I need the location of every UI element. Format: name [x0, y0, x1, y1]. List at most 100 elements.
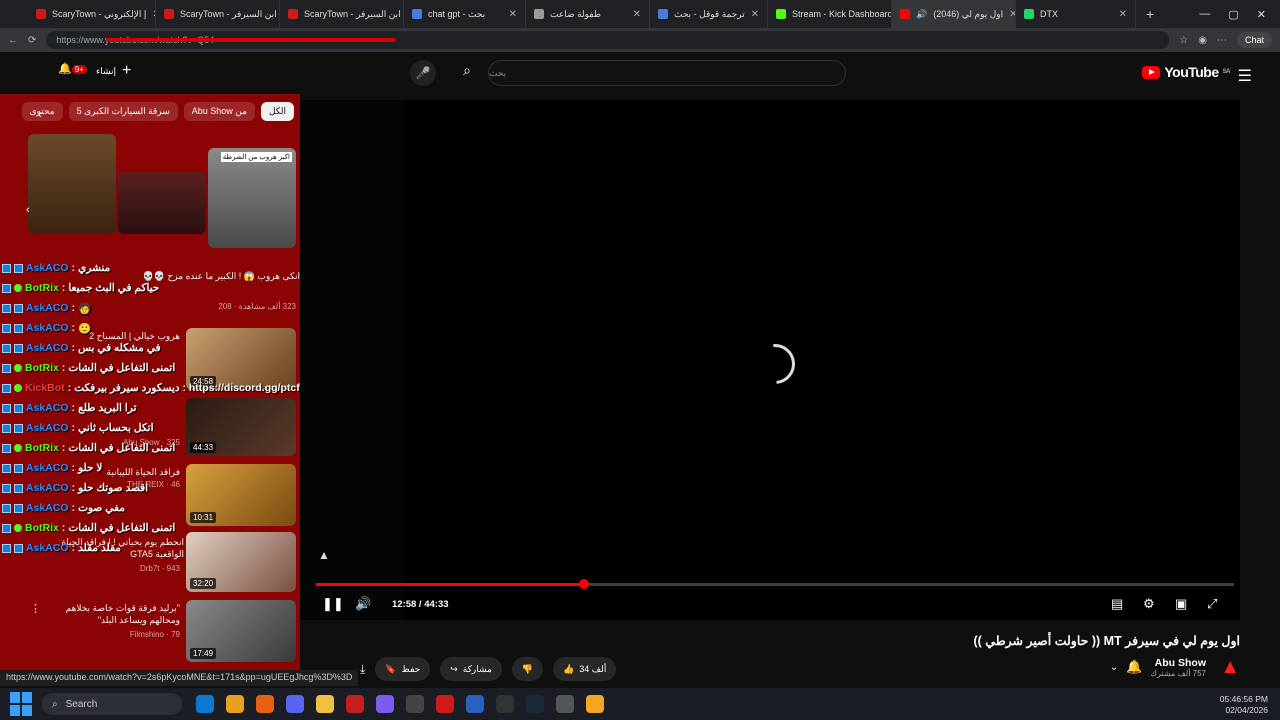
close-tab-icon[interactable]: ✕ — [1119, 9, 1127, 20]
sub-badge-icon — [2, 363, 11, 373]
rec-thumbnail[interactable]: 10:31 — [186, 464, 296, 526]
app-icon[interactable] — [586, 695, 604, 713]
sub-badge-icon — [2, 423, 11, 433]
close-tab-icon[interactable]: ✕ — [633, 9, 641, 20]
search-input[interactable]: بحث — [488, 60, 846, 86]
chevron-down-icon[interactable]: ⌄ — [1110, 662, 1118, 673]
thumbs-down-icon: 👎 — [521, 663, 534, 674]
taskbar-search[interactable]: ⌕ Search — [42, 693, 182, 715]
like-button[interactable]: 👍 34 ألف — [553, 657, 617, 681]
channel-watermark-icon[interactable]: ▲ — [318, 548, 340, 566]
short-thumbnail[interactable] — [118, 172, 206, 234]
app-icon[interactable] — [466, 695, 484, 713]
browser-tab[interactable]: ترجمة قوقل - بحث ✕ — [650, 0, 768, 28]
chrome-icon[interactable] — [226, 695, 244, 713]
taskbar-apps — [196, 695, 604, 713]
browser-tab-active[interactable]: 🔊(2046) اول يوم لي✕ — [892, 0, 1016, 28]
browser-tab[interactable]: طفولة ضاعت ✕ — [526, 0, 650, 28]
browser-tab[interactable]: DTX ✕ — [1016, 0, 1136, 28]
browser-tab[interactable]: chat gpt - بحث ✕ — [404, 0, 526, 28]
progress-fill — [316, 583, 584, 586]
chat-message: AskACO: في مشكله في بس — [2, 339, 161, 357]
favorites-icon[interactable]: ☆ — [1179, 35, 1188, 46]
pause-icon[interactable]: ❚❚ — [322, 596, 344, 612]
progress-bar[interactable] — [316, 579, 1234, 589]
fullscreen-icon[interactable]: ⤢ — [1207, 596, 1217, 612]
close-window-icon[interactable]: ✕ — [1257, 8, 1266, 21]
voice-search-icon[interactable]: 🎤 — [410, 60, 436, 86]
app-icon[interactable] — [346, 695, 364, 713]
chip-topic[interactable]: سرقة السيارات الكبرى 5 — [68, 102, 178, 121]
notifications-button[interactable]: 🔔 9+ — [58, 62, 87, 75]
chat-message: AskACO: 🧑 — [2, 299, 91, 317]
folder-icon[interactable] — [316, 695, 334, 713]
channel-name[interactable]: Abu Show — [1150, 657, 1206, 669]
new-tab-icon[interactable]: + — [1146, 6, 1154, 22]
sub-badge-icon — [2, 303, 11, 313]
sub-badge-icon — [14, 423, 23, 433]
hamburger-menu-icon[interactable]: ☰ — [1238, 66, 1252, 86]
settings-icon[interactable] — [406, 695, 424, 713]
sub-badge-icon — [2, 543, 11, 553]
chat-button[interactable]: Chat — [1236, 32, 1272, 48]
browser-tab[interactable]: ScaryTown - ابن السيرفر✕ — [280, 0, 404, 28]
subtitles-icon[interactable]: ▤ — [1111, 596, 1123, 612]
channel-avatar[interactable]: ▲ — [1214, 656, 1240, 678]
app-icon[interactable] — [256, 695, 274, 713]
close-tab-icon[interactable]: ✕ — [1009, 9, 1015, 20]
chip-all[interactable]: الكل — [260, 102, 294, 121]
steam-icon[interactable] — [526, 695, 544, 713]
close-tab-icon[interactable]: ✕ — [751, 9, 759, 20]
rec-thumbnail[interactable]: 44:33 — [186, 398, 296, 456]
tab-bar: ScaryTown - إ الإلكتروني✕ ScaryTown - اب… — [0, 0, 1280, 28]
maximize-icon[interactable]: ▢ — [1228, 8, 1238, 21]
search-icon[interactable]: ⌕ — [454, 62, 480, 84]
minimize-icon[interactable]: — — [1199, 8, 1210, 20]
bot-badge-icon — [14, 384, 22, 392]
close-tab-icon[interactable]: ✕ — [509, 9, 517, 20]
progress-scrubber[interactable] — [578, 579, 589, 589]
chat-message: BotRix: اتمنى التفاعل في الشات — [2, 519, 175, 537]
app-icon[interactable] — [436, 695, 454, 713]
reload-icon[interactable]: ⟳ — [28, 35, 36, 46]
volume-icon[interactable]: 🔊 — [355, 596, 371, 612]
dislike-button[interactable]: 👎 — [511, 657, 544, 681]
bell-icon[interactable]: 🔔 — [1126, 659, 1142, 675]
miniplayer-icon[interactable]: ▣ — [1175, 596, 1187, 612]
more-options-icon[interactable]: ⋮ — [30, 602, 41, 615]
rec-title[interactable]: "برليد فرقة قوات خاصة بخلاهم ومحالهم ويس… — [40, 602, 180, 626]
shorts-prev-icon[interactable]: ‹ — [26, 204, 30, 216]
windows-start-icon[interactable] — [10, 692, 34, 716]
redaction-mark — [106, 38, 397, 42]
chip-related[interactable]: محتوى — [21, 102, 63, 121]
settings-gear-icon[interactable]: ⚙ — [1143, 596, 1155, 612]
youtube-logo[interactable]: YouTube SA — [1142, 64, 1231, 80]
browser-tab[interactable]: ScaryTown - إ الإلكتروني✕ — [28, 0, 156, 28]
status-url: https://www.youtube.com/watch?v=2s6pKyco… — [0, 670, 359, 686]
browser-tab[interactable]: ScaryTown - ابن السيرفر✕ — [156, 0, 280, 28]
create-button[interactable]: إنشاء + — [96, 62, 131, 80]
app-icon[interactable] — [496, 695, 514, 713]
short-thumbnail[interactable] — [28, 134, 116, 234]
rec-thumbnail[interactable]: 32:20 — [186, 532, 296, 592]
speaker-icon[interactable]: 🔊 — [916, 9, 927, 20]
discord-icon[interactable] — [286, 695, 304, 713]
edge-icon[interactable] — [196, 695, 214, 713]
tab-favicon — [1024, 9, 1034, 19]
system-clock[interactable]: 05:46:56 PM 02/04/2026 — [1220, 694, 1268, 716]
bot-badge-icon — [14, 524, 22, 532]
video-player[interactable] — [404, 100, 1240, 620]
rec-thumbnail[interactable]: 17:49 — [186, 600, 296, 662]
gamepad-icon[interactable] — [376, 695, 394, 713]
url-field[interactable]: https://www.youtube.com/watch?v=Q54 — [46, 31, 1170, 49]
share-button[interactable]: ↪ مشاركة — [440, 657, 502, 681]
browser-tab[interactable]: Stream - Kick Dashboard✕ — [768, 0, 892, 28]
save-button[interactable]: 🔖 حفظ — [375, 657, 431, 681]
menu-dots-icon[interactable]: ⋯ — [1217, 35, 1227, 46]
chip-channel[interactable]: من Abu Show — [183, 102, 255, 121]
profile-icon[interactable]: ◉ — [1198, 35, 1207, 46]
short-thumbnail[interactable]: اكبر هروب من الشرطة — [208, 148, 296, 248]
download-icon[interactable]: ⤓ — [360, 662, 365, 677]
app-icon[interactable] — [556, 695, 574, 713]
back-icon[interactable]: ← — [8, 35, 18, 46]
